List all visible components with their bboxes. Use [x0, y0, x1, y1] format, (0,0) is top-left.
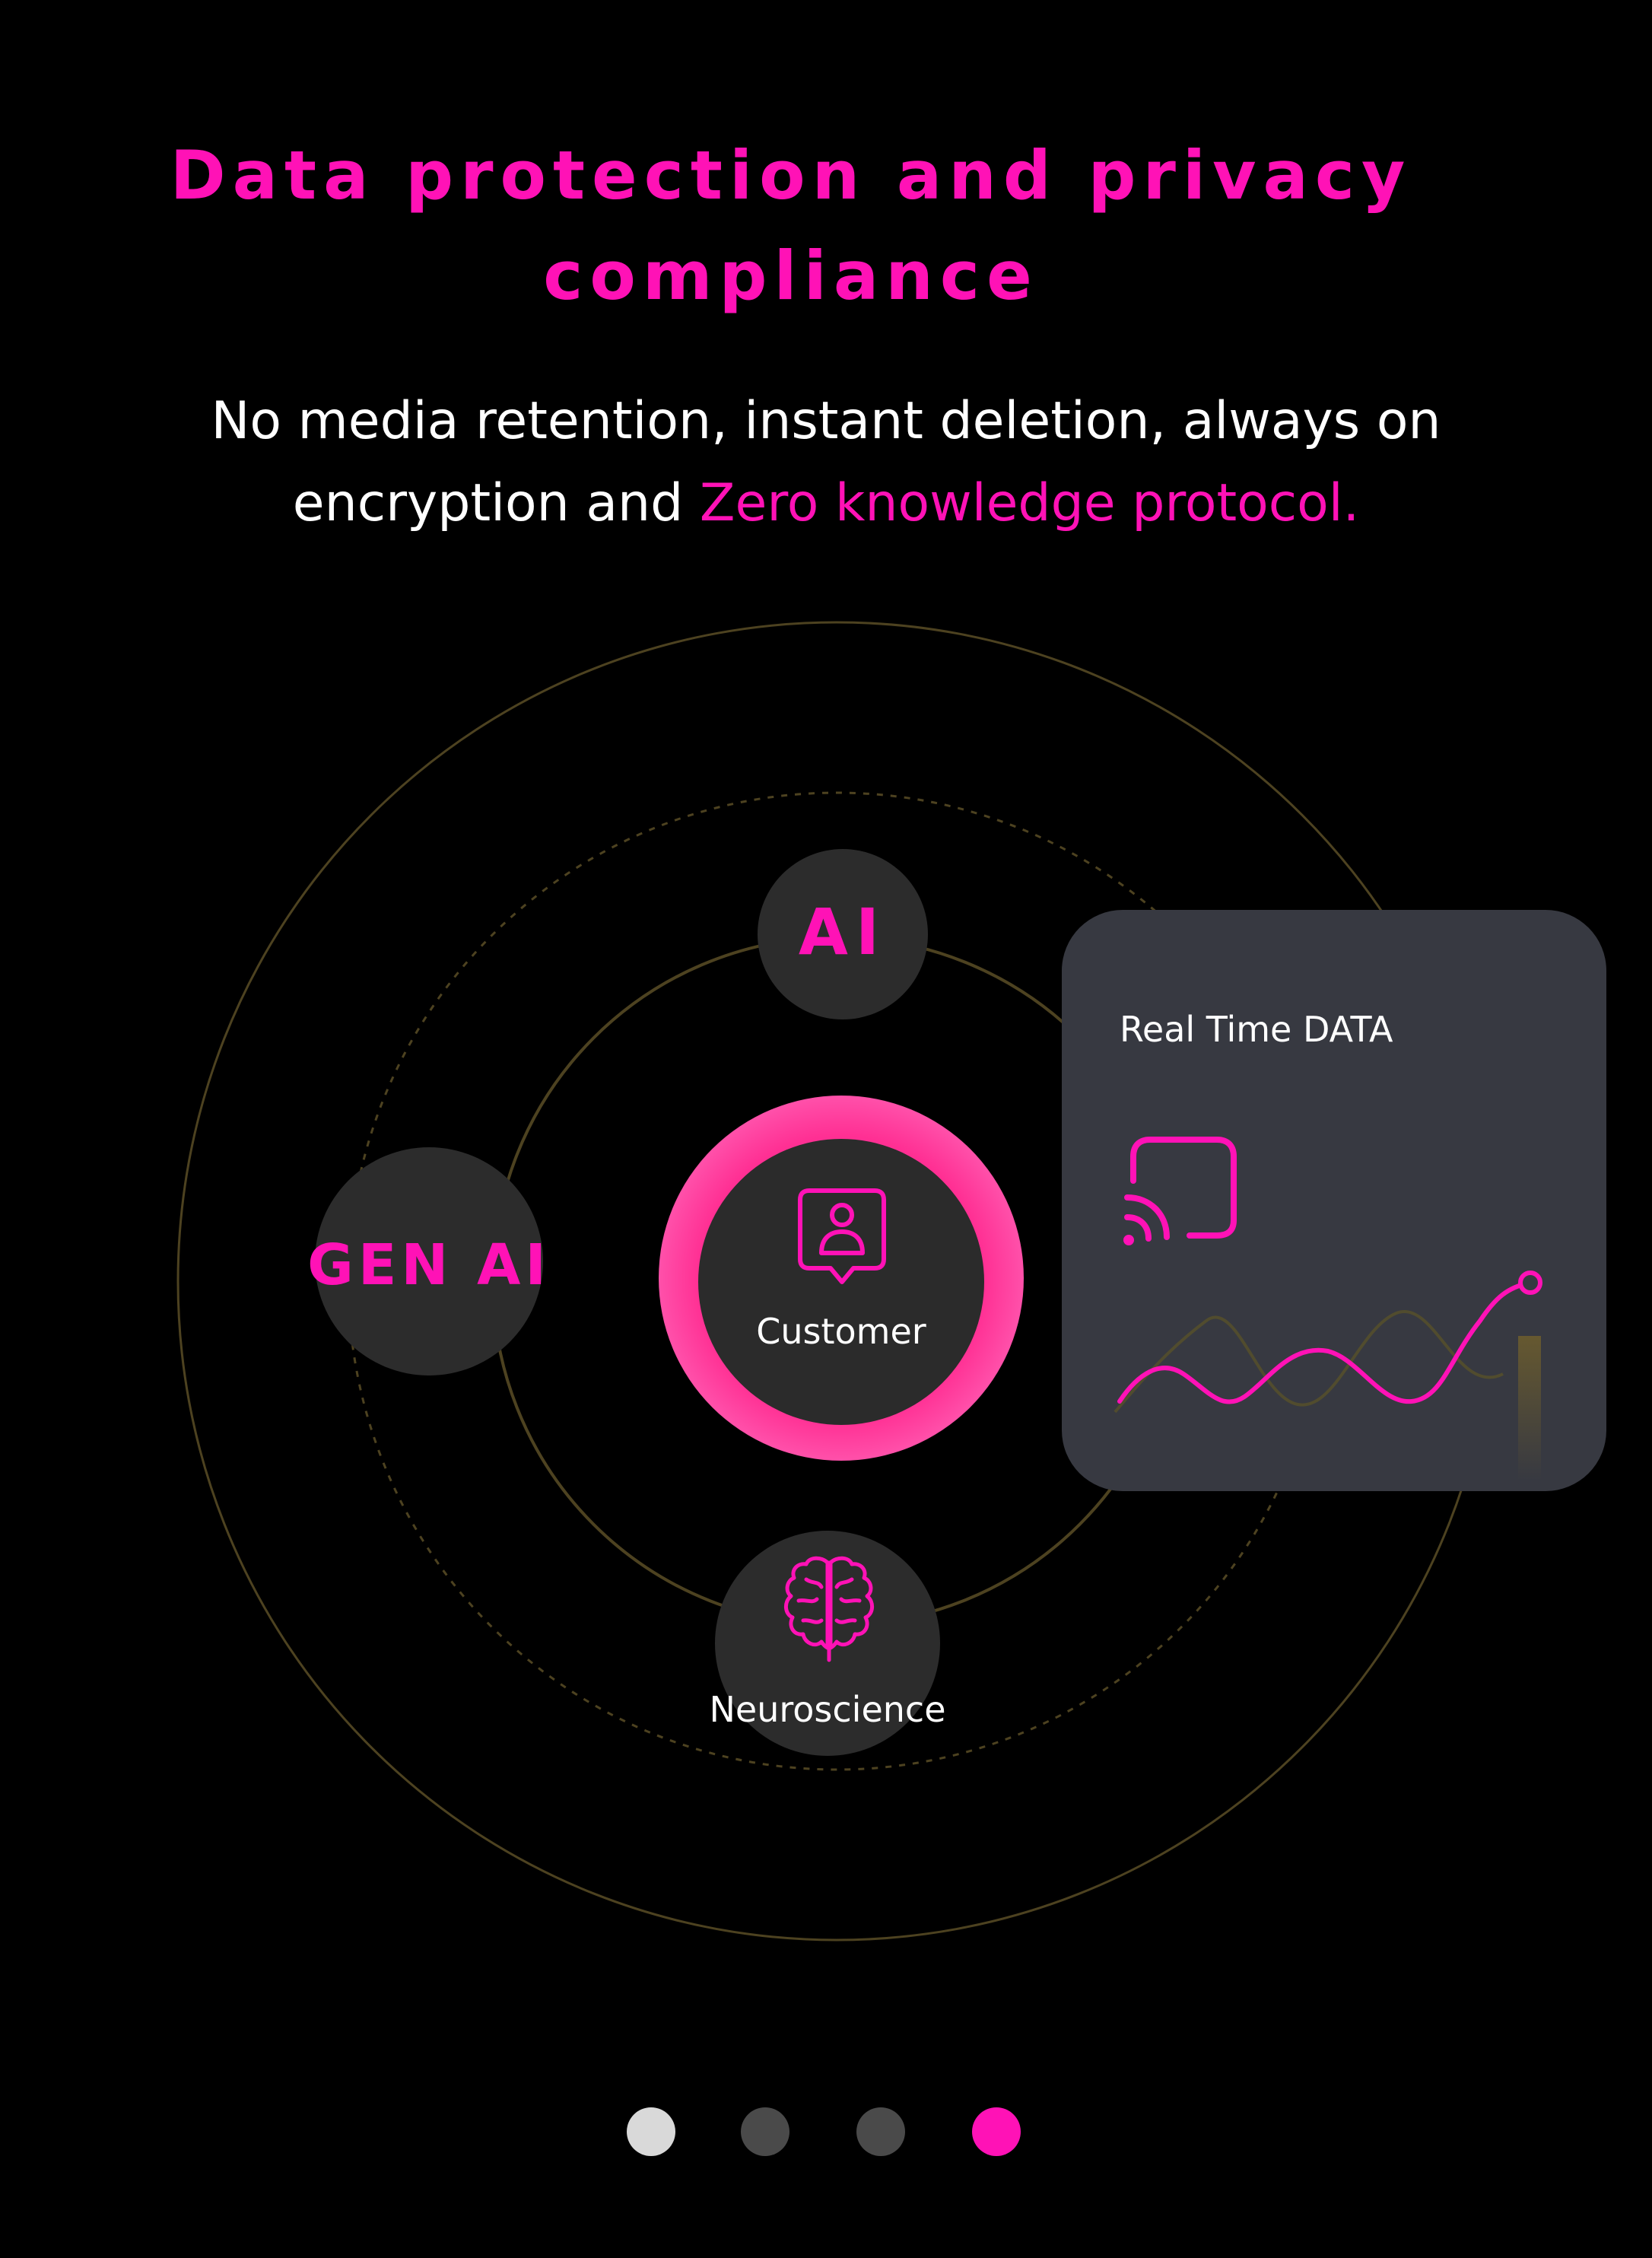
node-neuroscience-label: Neuroscience: [709, 1689, 946, 1730]
pagination-dot-2[interactable]: [741, 2107, 789, 2156]
node-customer[interactable]: Customer: [698, 1139, 984, 1425]
pagination-dot-1[interactable]: [627, 2107, 675, 2156]
realtime-line-chart: [1114, 1271, 1542, 1480]
node-ai[interactable]: AI: [758, 849, 928, 1019]
real-time-data-card[interactable]: Real Time DATA: [1062, 910, 1606, 1491]
node-neuroscience[interactable]: Neuroscience: [710, 1531, 946, 1756]
chart-background-wave: [1114, 1309, 1504, 1414]
pagination-dots: [0, 2107, 1652, 2156]
chart-highlight-bar: [1518, 1336, 1541, 1480]
customer-profile-icon: [798, 1188, 886, 1284]
chart-endpoint-marker: [1518, 1271, 1542, 1295]
node-gen-ai-label: GEN AI: [307, 1232, 551, 1298]
node-customer-label: Customer: [756, 1311, 926, 1352]
card-title: Real Time DATA: [1120, 1009, 1393, 1050]
node-ai-label: AI: [798, 895, 888, 969]
pagination-dot-4-active[interactable]: [972, 2107, 1021, 2156]
pagination-dot-3[interactable]: [856, 2107, 905, 2156]
brain-icon: [784, 1556, 874, 1662]
cast-signal-icon: [1123, 1137, 1237, 1245]
node-gen-ai[interactable]: GEN AI: [307, 1147, 546, 1375]
